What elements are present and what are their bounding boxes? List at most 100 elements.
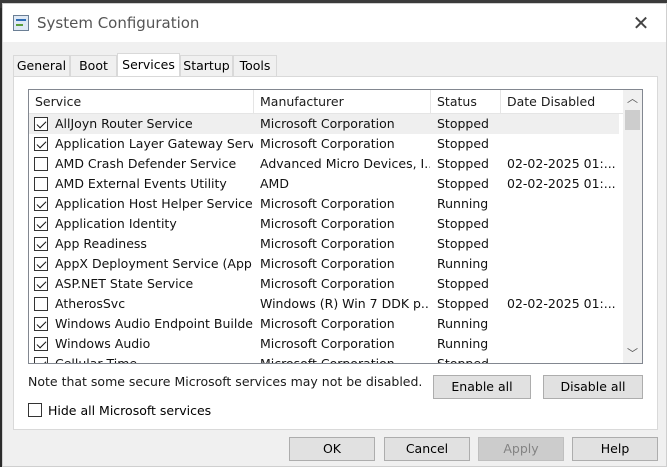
system-configuration-window: System Configuration ✕ General Boot Serv…: [2, 3, 667, 467]
hide-ms-services-label: Hide all Microsoft services: [48, 403, 212, 418]
service-checkbox[interactable]: [34, 157, 48, 171]
table-row[interactable]: Windows Audio Endpoint Builder Microsoft …: [29, 314, 619, 334]
service-checkbox[interactable]: [34, 177, 48, 191]
service-checkbox[interactable]: [34, 317, 48, 331]
service-date-disabled: [507, 194, 619, 214]
service-name: Cellular Time: [55, 356, 138, 364]
service-name: AppX Deployment Service (App...: [55, 256, 253, 271]
service-manufacturer: Microsoft Corporation: [260, 236, 395, 251]
service-manufacturer: Microsoft Corporation: [260, 136, 395, 151]
service-manufacturer: Advanced Micro Devices, I...: [260, 156, 430, 171]
service-manufacturer: Windows (R) Win 7 DDK p...: [260, 296, 430, 311]
service-status: Running: [437, 196, 489, 211]
service-manufacturer: Microsoft Corporation: [260, 316, 395, 331]
table-row[interactable]: Application Host Helper Service Microsoft…: [29, 194, 619, 214]
title-bar: System Configuration ✕: [3, 4, 666, 42]
service-manufacturer: Microsoft Corporation: [260, 196, 395, 211]
cancel-button[interactable]: Cancel: [384, 437, 470, 461]
table-row[interactable]: AMD External Events Utility AMD Stopped 02-…: [29, 174, 619, 194]
hide-ms-services-checkbox[interactable]: [28, 403, 42, 417]
service-name: Application Host Helper Service: [55, 196, 253, 211]
service-status: Stopped: [437, 136, 489, 151]
close-icon[interactable]: ✕: [630, 12, 652, 34]
service-checkbox[interactable]: [34, 297, 48, 311]
column-header-manufacturer[interactable]: Manufacturer: [254, 90, 431, 114]
table-row[interactable]: AtherosSvc Windows (R) Win 7 DDK p... Stop…: [29, 294, 619, 314]
services-list[interactable]: Service Manufacturer Status Date Disable…: [28, 89, 643, 364]
service-status: Stopped: [437, 276, 489, 291]
table-row[interactable]: Windows Audio Microsoft Corporation Runnin…: [29, 334, 619, 354]
service-date-disabled: [507, 254, 619, 274]
service-manufacturer: Microsoft Corporation: [260, 216, 395, 231]
table-row[interactable]: AllJoyn Router Service Microsoft Corporat…: [29, 114, 619, 134]
table-row[interactable]: Application Identity Microsoft Corporatio…: [29, 214, 619, 234]
table-row[interactable]: AppX Deployment Service (App... Microsoft…: [29, 254, 619, 274]
column-header-date-disabled[interactable]: Date Disabled: [501, 90, 624, 114]
service-date-disabled: 02-02-2025 01:...: [507, 156, 616, 171]
tab-general[interactable]: General: [13, 55, 70, 76]
service-name: App Readiness: [55, 236, 147, 251]
service-checkbox[interactable]: [34, 137, 48, 151]
table-row[interactable]: ASP.NET State Service Microsoft Corporati…: [29, 274, 619, 294]
service-date-disabled: [507, 214, 619, 234]
tab-boot[interactable]: Boot: [70, 55, 117, 76]
service-status: Stopped: [437, 176, 489, 191]
service-status: Running: [437, 256, 489, 271]
chevron-up-icon[interactable]: ︿: [623, 90, 642, 108]
service-date-disabled: [507, 114, 619, 134]
service-name: AllJoyn Router Service: [55, 116, 193, 131]
vertical-scrollbar[interactable]: ︿ ﹀: [623, 90, 642, 363]
column-header-service[interactable]: Service: [29, 90, 254, 114]
service-name: Application Identity: [55, 216, 177, 231]
service-status: Running: [437, 336, 489, 351]
table-row[interactable]: Cellular Time Microsoft Corporation Stoppe…: [29, 354, 619, 364]
service-name: Windows Audio: [55, 336, 151, 351]
tab-services[interactable]: Services: [117, 53, 180, 77]
service-checkbox[interactable]: [34, 117, 48, 131]
service-manufacturer: Microsoft Corporation: [260, 356, 395, 364]
service-name: Windows Audio Endpoint Builder: [55, 316, 253, 331]
table-row[interactable]: Application Layer Gateway Service Microso…: [29, 134, 619, 154]
service-date-disabled: [507, 314, 619, 334]
service-date-disabled: 02-02-2025 01:...: [507, 176, 616, 191]
table-row[interactable]: AMD Crash Defender Service Advanced Micro…: [29, 154, 619, 174]
service-name: AMD External Events Utility: [55, 176, 227, 191]
service-checkbox[interactable]: [34, 217, 48, 231]
service-checkbox[interactable]: [34, 237, 48, 251]
service-name: AMD Crash Defender Service: [55, 156, 237, 171]
service-date-disabled: [507, 274, 619, 294]
list-header: Service Manufacturer Status Date Disable…: [29, 90, 624, 114]
enable-all-button[interactable]: Enable all: [433, 375, 531, 399]
tab-tools[interactable]: Tools: [233, 55, 277, 76]
scroll-thumb[interactable]: [625, 110, 640, 130]
chevron-down-icon[interactable]: ﹀: [623, 345, 642, 363]
service-checkbox[interactable]: [34, 357, 48, 363]
service-status: Stopped: [437, 236, 489, 251]
service-manufacturer: AMD: [260, 176, 289, 191]
service-status: Stopped: [437, 116, 489, 131]
service-date-disabled: [507, 354, 619, 363]
services-panel: Service Manufacturer Status Date Disable…: [13, 76, 658, 430]
secure-services-note: Note that some secure Microsoft services…: [28, 374, 423, 389]
service-name: AtherosSvc: [55, 296, 126, 311]
service-date-disabled: [507, 234, 619, 254]
service-name: ASP.NET State Service: [55, 276, 194, 291]
service-name: Application Layer Gateway Service: [55, 136, 253, 151]
window-title: System Configuration: [37, 14, 200, 32]
service-status: Running: [437, 316, 489, 331]
disable-all-button[interactable]: Disable all: [543, 375, 643, 399]
help-button[interactable]: Help: [572, 437, 658, 461]
apply-button[interactable]: Apply: [478, 437, 564, 461]
service-checkbox[interactable]: [34, 277, 48, 291]
service-checkbox[interactable]: [34, 197, 48, 211]
service-manufacturer: Microsoft Corporation: [260, 276, 395, 291]
service-date-disabled: [507, 134, 619, 154]
ok-button[interactable]: OK: [289, 437, 375, 461]
column-header-status[interactable]: Status: [431, 90, 501, 114]
service-checkbox[interactable]: [34, 257, 48, 271]
service-status: Stopped: [437, 296, 489, 311]
tab-startup[interactable]: Startup: [180, 55, 233, 76]
service-date-disabled: [507, 334, 619, 354]
table-row[interactable]: App Readiness Microsoft Corporation Stoppe…: [29, 234, 619, 254]
service-checkbox[interactable]: [34, 337, 48, 351]
